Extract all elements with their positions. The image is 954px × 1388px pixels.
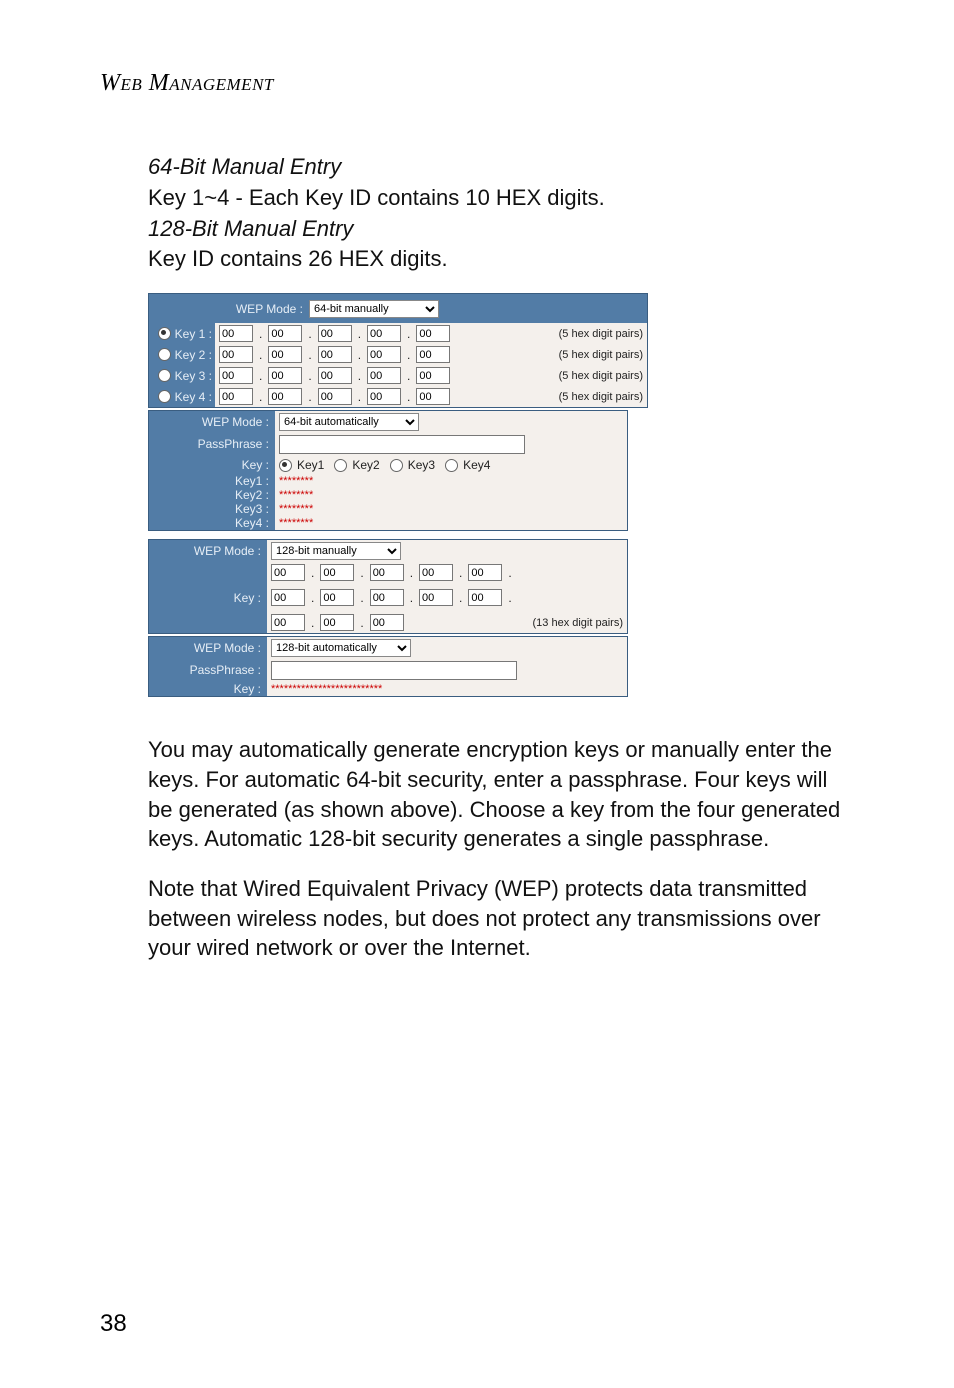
k128-hex4[interactable] bbox=[468, 564, 502, 581]
desc-128bit: Key ID contains 26 HEX digits. bbox=[148, 246, 448, 271]
k128-hex8[interactable] bbox=[419, 589, 453, 606]
key2-label: Key 2 : bbox=[175, 348, 212, 362]
key3-label: Key 3 : bbox=[175, 369, 212, 383]
k128-hex6[interactable] bbox=[320, 589, 354, 606]
radio-key2[interactable] bbox=[158, 348, 171, 361]
k128-hex0[interactable] bbox=[271, 564, 305, 581]
key1-label: Key 1 : bbox=[175, 327, 212, 341]
auto-radio-key2[interactable] bbox=[334, 459, 347, 472]
key-label: Key : bbox=[149, 562, 267, 633]
panel-64-auto: WEP Mode : 64-bit automatically PassPhra… bbox=[148, 410, 628, 531]
gen-key-label: Key : bbox=[149, 682, 267, 696]
auto-radio-key4[interactable] bbox=[445, 459, 458, 472]
auto-key1-label: Key1 bbox=[297, 458, 324, 472]
key4-label: Key 4 : bbox=[175, 390, 212, 404]
wep-mode-label: WEP Mode : bbox=[149, 540, 267, 562]
passphrase-label: PassPhrase : bbox=[149, 433, 275, 456]
k128-hex12[interactable] bbox=[370, 614, 404, 631]
wep-mode-select-128a[interactable]: 128-bit automatically bbox=[271, 639, 411, 657]
key2-hex2[interactable] bbox=[318, 346, 352, 363]
wep-mode-label: WEP Mode : bbox=[149, 411, 275, 433]
auto-radio-key3[interactable] bbox=[390, 459, 403, 472]
auto-key2-label: Key2 bbox=[352, 458, 379, 472]
key2-hex1[interactable] bbox=[268, 346, 302, 363]
paragraph-2: Note that Wired Equivalent Privacy (WEP)… bbox=[148, 874, 854, 963]
intro-block: 64-Bit Manual Entry Key 1~4 - Each Key I… bbox=[148, 152, 854, 275]
key3-hex0[interactable] bbox=[219, 367, 253, 384]
k128-hex7[interactable] bbox=[370, 589, 404, 606]
k128-hex3[interactable] bbox=[419, 564, 453, 581]
hint-5pairs: (5 hex digit pairs) bbox=[559, 370, 643, 382]
key4-hex3[interactable] bbox=[367, 388, 401, 405]
key1-row: . . . . (5 hex digit pairs) bbox=[215, 323, 647, 344]
key4-hex1[interactable] bbox=[268, 388, 302, 405]
gen-key3-value: ******** bbox=[275, 502, 627, 516]
heading-128bit: 128-Bit Manual Entry bbox=[148, 216, 353, 241]
key2-hex3[interactable] bbox=[367, 346, 401, 363]
key2-row: . . . . (5 hex digit pairs) bbox=[215, 344, 647, 365]
gen-key4-value: ******** bbox=[275, 516, 627, 530]
wep-config-screenshot: WEP Mode : 64-bit manually Key 1 : . . .… bbox=[148, 293, 648, 697]
key1-hex0[interactable] bbox=[219, 325, 253, 342]
k128-hex5[interactable] bbox=[271, 589, 305, 606]
page-header: Web Management bbox=[100, 70, 854, 97]
wep-mode-label: WEP Mode : bbox=[149, 637, 267, 659]
k128-hex9[interactable] bbox=[468, 589, 502, 606]
radio-key1[interactable] bbox=[158, 327, 171, 340]
k128-hex2[interactable] bbox=[370, 564, 404, 581]
key3-hex1[interactable] bbox=[268, 367, 302, 384]
auto-key4-label: Key4 bbox=[463, 458, 490, 472]
key3-hex4[interactable] bbox=[416, 367, 450, 384]
heading-64bit: 64-Bit Manual Entry bbox=[148, 154, 341, 179]
passphrase-128-input[interactable] bbox=[271, 661, 517, 680]
key4-hex4[interactable] bbox=[416, 388, 450, 405]
k128-hex11[interactable] bbox=[320, 614, 354, 631]
gen-key3-label: Key3 : bbox=[149, 502, 275, 516]
k128-hex1[interactable] bbox=[320, 564, 354, 581]
key4-row: . . . . (5 hex digit pairs) bbox=[215, 386, 647, 407]
page-number: 38 bbox=[100, 1310, 127, 1338]
gen-key4-label: Key4 : bbox=[149, 516, 275, 530]
key4-hex0[interactable] bbox=[219, 388, 253, 405]
wep-mode-select-64m[interactable]: 64-bit manually bbox=[309, 300, 439, 318]
key4-hex2[interactable] bbox=[318, 388, 352, 405]
passphrase-label: PassPhrase : bbox=[149, 659, 267, 682]
key2-hex4[interactable] bbox=[416, 346, 450, 363]
key1-hex2[interactable] bbox=[318, 325, 352, 342]
k128-hex10[interactable] bbox=[271, 614, 305, 631]
radio-key3[interactable] bbox=[158, 369, 171, 382]
key3-hex2[interactable] bbox=[318, 367, 352, 384]
key1-hex1[interactable] bbox=[268, 325, 302, 342]
key1-hex4[interactable] bbox=[416, 325, 450, 342]
key1-hex3[interactable] bbox=[367, 325, 401, 342]
paragraph-1: You may automatically generate encryptio… bbox=[148, 735, 854, 854]
key3-hex3[interactable] bbox=[367, 367, 401, 384]
gen-key-128-value: ************************** bbox=[267, 682, 627, 696]
desc-64bit: Key 1~4 - Each Key ID contains 10 HEX di… bbox=[148, 185, 605, 210]
wep-mode-select-128m[interactable]: 128-bit manually bbox=[271, 542, 401, 560]
key3-row: . . . . (5 hex digit pairs) bbox=[215, 365, 647, 386]
key2-hex0[interactable] bbox=[219, 346, 253, 363]
auto-radio-key1[interactable] bbox=[279, 459, 292, 472]
panel-64-manual: WEP Mode : 64-bit manually Key 1 : . . .… bbox=[148, 293, 648, 408]
wep-mode-label: WEP Mode : bbox=[153, 302, 309, 316]
gen-key2-label: Key2 : bbox=[149, 488, 275, 502]
hint-5pairs: (5 hex digit pairs) bbox=[559, 391, 643, 403]
panel-128-manual: WEP Mode : 128-bit manually Key : . . . … bbox=[148, 539, 628, 634]
gen-key2-value: ******** bbox=[275, 488, 627, 502]
wep-mode-select-64a[interactable]: 64-bit automatically bbox=[279, 413, 419, 431]
panel-128-auto: WEP Mode : 128-bit automatically PassPhr… bbox=[148, 636, 628, 697]
auto-key3-label: Key3 bbox=[408, 458, 435, 472]
gen-key1-label: Key1 : bbox=[149, 474, 275, 488]
hint-5pairs: (5 hex digit pairs) bbox=[559, 349, 643, 361]
hint-13pairs: (13 hex digit pairs) bbox=[533, 617, 624, 629]
radio-key4[interactable] bbox=[158, 390, 171, 403]
key-select-label: Key : bbox=[149, 456, 275, 474]
gen-key1-value: ******** bbox=[275, 474, 627, 488]
hint-5pairs: (5 hex digit pairs) bbox=[559, 328, 643, 340]
passphrase-64-input[interactable] bbox=[279, 435, 525, 454]
